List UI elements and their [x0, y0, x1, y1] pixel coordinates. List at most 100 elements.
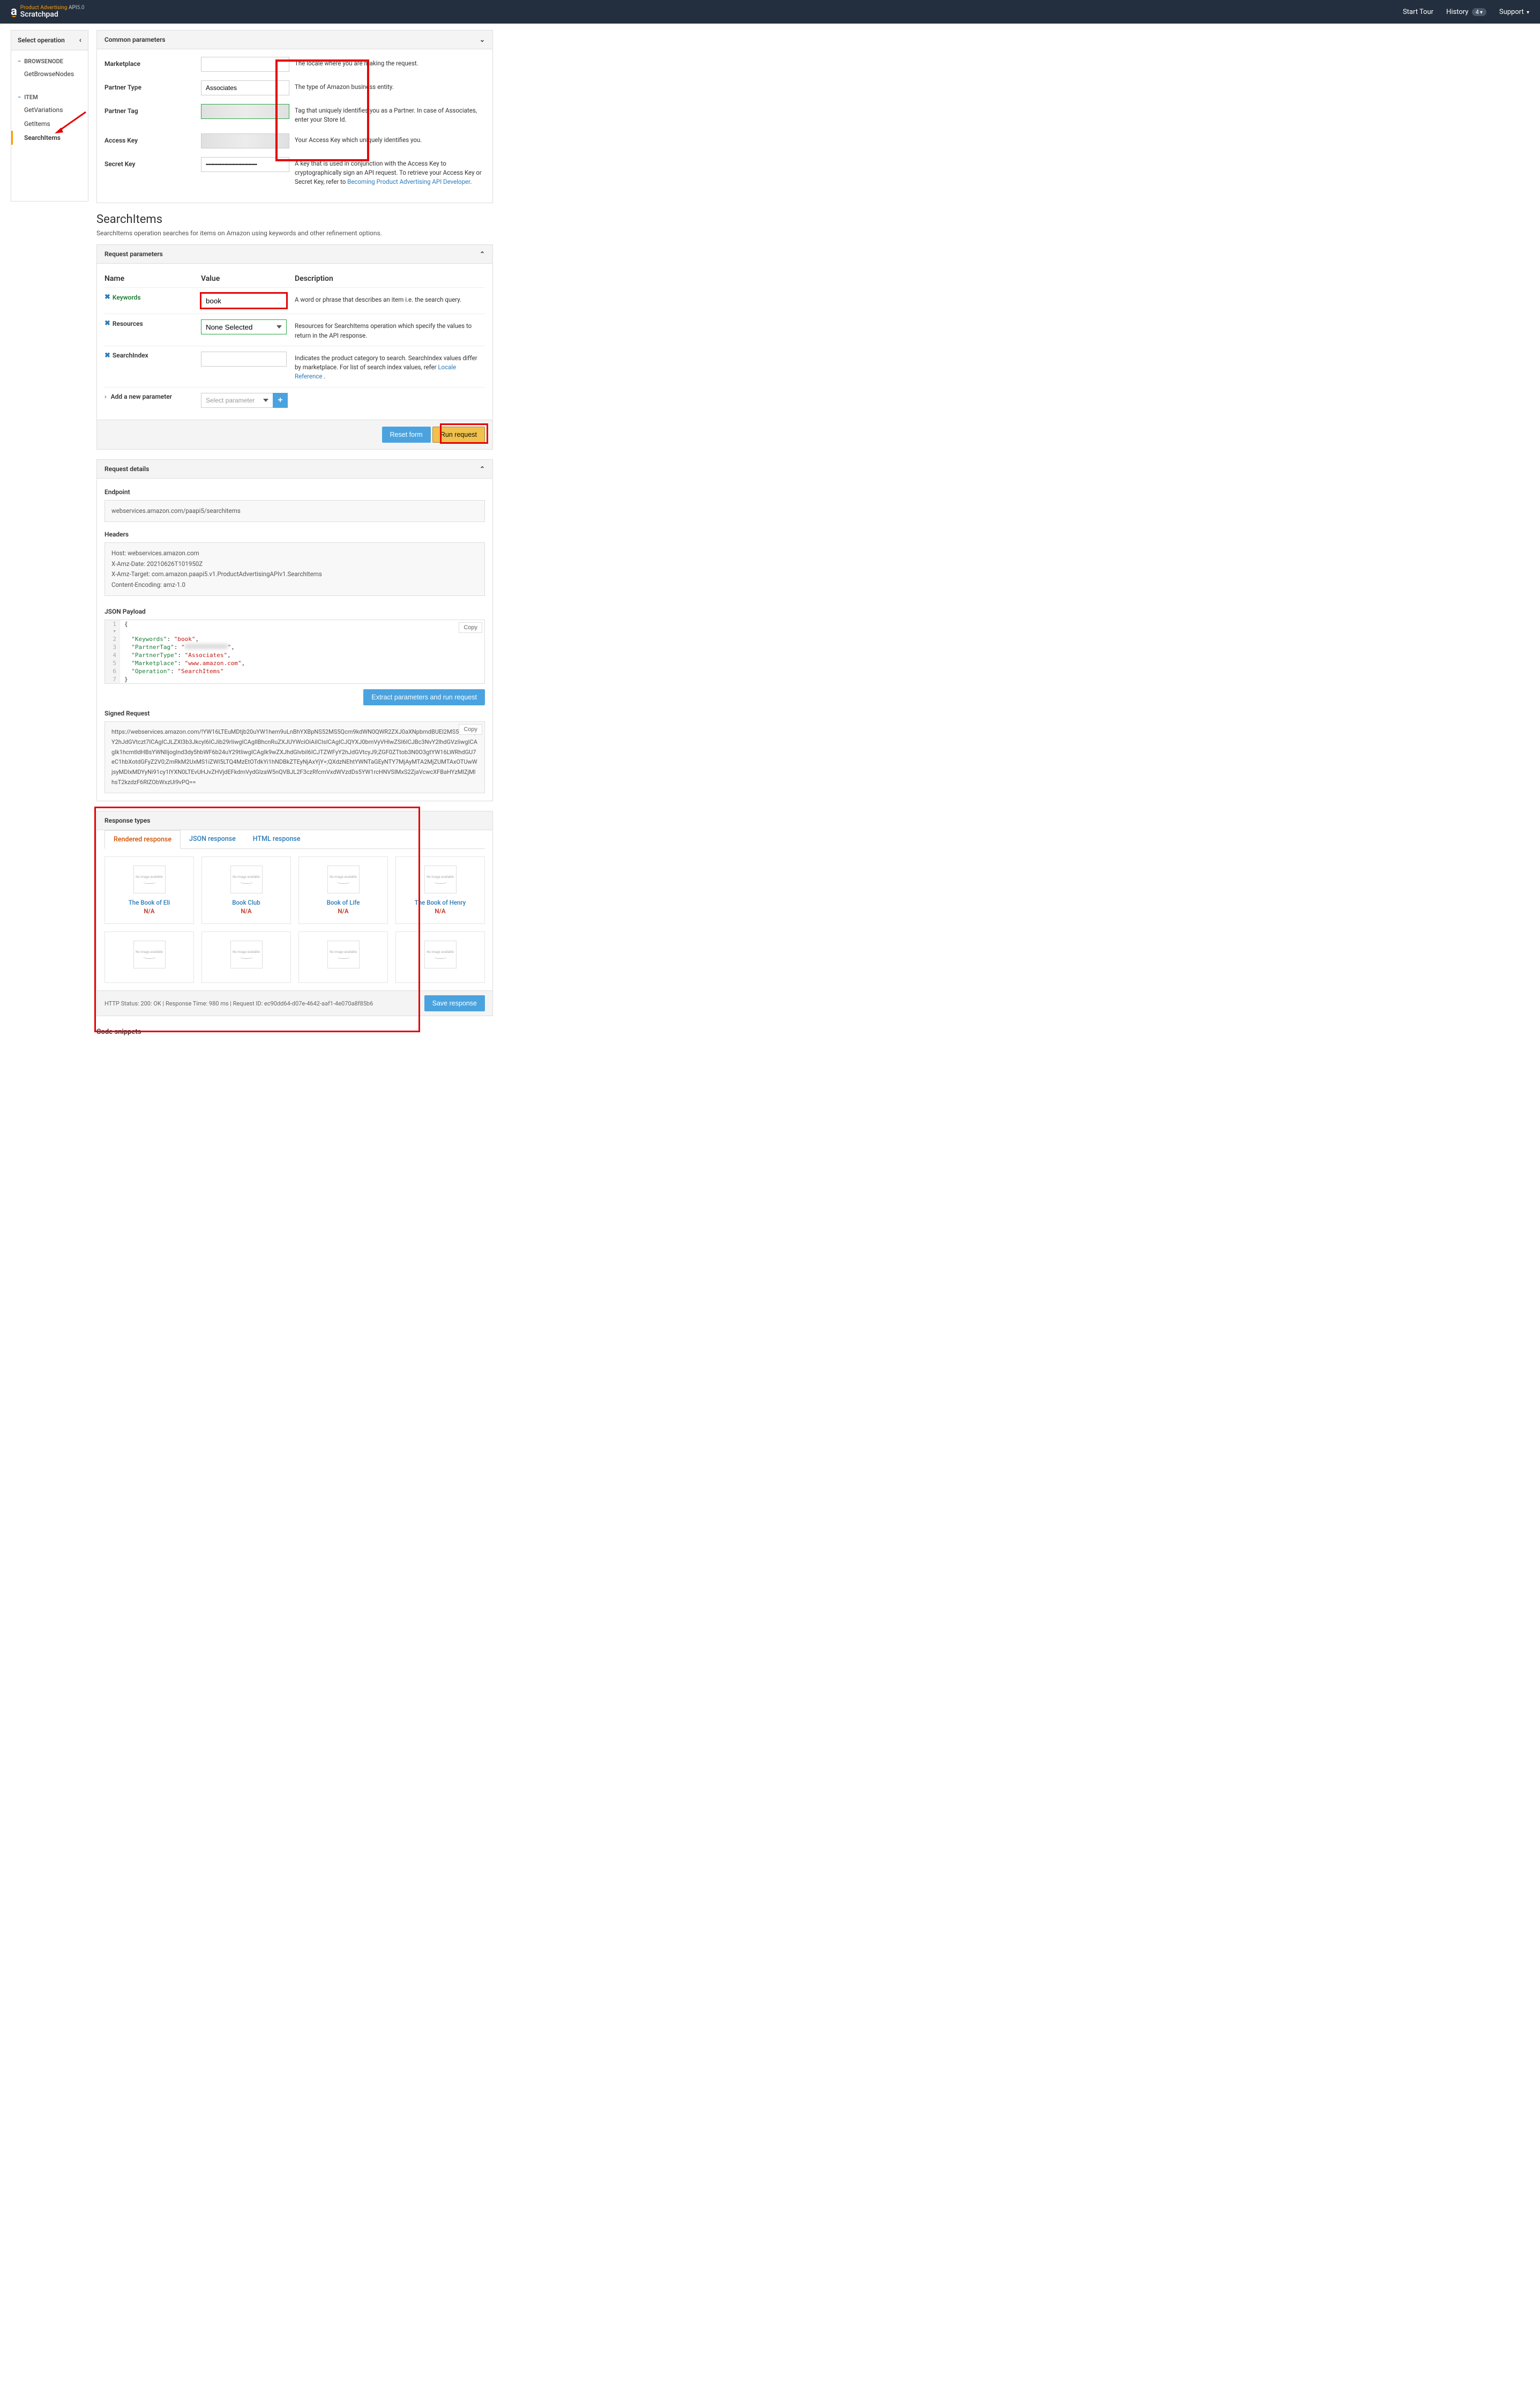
col-desc: Description	[295, 274, 485, 283]
headers-value: Host: webservices.amazon.com X-Amz-Date:…	[104, 542, 485, 596]
support-link[interactable]: Support ▾	[1499, 8, 1529, 16]
partner-type-desc: The type of Amazon business entity.	[295, 80, 485, 92]
partner-type-select[interactable]: Associates	[201, 80, 289, 95]
sidebar-item-getbrowsenodes[interactable]: GetBrowseNodes	[11, 67, 88, 81]
common-parameters-header[interactable]: Common parameters ⌄	[97, 31, 492, 49]
result-card[interactable]: No image available	[104, 931, 194, 983]
start-tour-link[interactable]: Start Tour	[1403, 8, 1433, 16]
common-parameters-title: Common parameters	[104, 36, 166, 43]
sidebar-header[interactable]: Select operation ‹	[11, 31, 88, 50]
copy-signed-button[interactable]: Copy	[459, 724, 482, 735]
request-details-header[interactable]: Request details ⌃	[97, 460, 492, 479]
remove-searchindex-icon[interactable]: ✖	[104, 352, 110, 360]
endpoint-value: webservices.amazon.com/paapi5/searchitem…	[104, 500, 485, 523]
result-title: Book of Life	[303, 899, 383, 906]
searchindex-desc: Indicates the product category to search…	[295, 352, 485, 382]
sidebar-title: Select operation	[18, 36, 65, 44]
remove-keywords-icon[interactable]: ✖	[104, 293, 110, 301]
col-name: Name	[104, 274, 201, 283]
brand-api: API	[69, 5, 77, 11]
result-card[interactable]: No image availableBook of LifeN/A	[298, 856, 388, 924]
partner-tag-label: Partner Tag	[104, 104, 196, 115]
resources-select[interactable]: None Selected	[201, 319, 287, 334]
no-image-icon: No image available	[230, 941, 263, 968]
resources-desc: Resources for SearchItems operation whic…	[295, 319, 485, 340]
request-details-panel: Request details ⌃ Endpoint webservices.a…	[96, 459, 493, 802]
becoming-developer-link[interactable]: Becoming Product Advertising API Develop…	[347, 178, 470, 185]
reset-form-button[interactable]: Reset form	[382, 427, 431, 443]
expand-icon[interactable]: ›	[104, 393, 107, 400]
no-image-icon: No image available	[133, 941, 166, 968]
request-parameters-header[interactable]: Request parameters ⌃	[97, 245, 492, 264]
param-keywords-label: Keywords	[113, 294, 141, 301]
result-price: N/A	[206, 907, 286, 915]
add-param-button[interactable]: +	[273, 393, 288, 408]
result-price: N/A	[400, 907, 480, 915]
common-parameters-panel: Common parameters ⌄ Marketplace The loca…	[96, 30, 493, 203]
annotation-arrow-icon	[54, 107, 91, 133]
no-image-icon: No image available	[424, 866, 457, 893]
result-card[interactable]: No image availableThe Book of HenryN/A	[395, 856, 485, 924]
result-price: N/A	[303, 907, 383, 915]
chevron-up-icon: ⌃	[480, 465, 485, 473]
result-card[interactable]: No image available	[298, 931, 388, 983]
col-value: Value	[201, 274, 295, 283]
marketplace-select[interactable]	[201, 57, 289, 72]
save-response-button[interactable]: Save response	[424, 995, 485, 1011]
nav-group-item[interactable]: ITEM	[11, 92, 88, 103]
operation-title: SearchItems	[96, 213, 493, 226]
request-parameters-title: Request parameters	[104, 250, 163, 258]
extract-run-button[interactable]: Extract parameters and run request	[363, 689, 485, 705]
no-image-icon: No image available	[133, 866, 166, 893]
tab-rendered-response[interactable]: Rendered response	[104, 830, 181, 849]
result-card[interactable]: No image available The Book of EliN/A	[104, 856, 194, 924]
result-card[interactable]: No image available	[395, 931, 485, 983]
json-payload-label: JSON Payload	[104, 608, 485, 615]
signed-request-label: Signed Request	[104, 710, 485, 717]
nav-group-browsenode[interactable]: BROWSENODE	[11, 56, 88, 67]
endpoint-label: Endpoint	[104, 488, 485, 496]
tab-json-response[interactable]: JSON response	[181, 830, 244, 848]
marketplace-label: Marketplace	[104, 57, 196, 68]
partner-tag-desc: Tag that uniquely identifies you as a Pa…	[295, 104, 485, 125]
add-param-select[interactable]: Select parameter	[201, 393, 273, 408]
secret-key-input[interactable]	[201, 157, 289, 172]
history-count: 4	[1476, 9, 1479, 16]
response-types-header: Response types	[97, 811, 492, 830]
param-searchindex-label: SearchIndex	[113, 352, 148, 359]
json-payload-editor[interactable]: Copy 1 ▾{2 "Keywords": "book",3 "Partner…	[104, 620, 485, 684]
result-title: The Book of Eli	[109, 899, 189, 906]
marketplace-desc: The locale where you are making the requ…	[295, 57, 485, 68]
access-key-label: Access Key	[104, 133, 196, 144]
partner-tag-input[interactable]	[201, 104, 289, 119]
copy-button[interactable]: Copy	[459, 622, 482, 633]
code-snippets-title: Code snippets	[96, 1026, 493, 1038]
headers-label: Headers	[104, 531, 485, 538]
brand-title: Scratchpad	[20, 11, 85, 19]
keywords-desc: A word or phrase that describes an item …	[295, 293, 485, 304]
tab-html-response[interactable]: HTML response	[244, 830, 309, 848]
chevron-down-icon: ⌄	[480, 36, 485, 43]
logo-area: a Product Advertising API5.0 Scratchpad	[11, 5, 84, 19]
operation-subtitle: SearchItems operation searches for items…	[96, 229, 493, 237]
remove-resources-icon[interactable]: ✖	[104, 319, 110, 327]
keywords-input[interactable]	[201, 293, 287, 308]
no-image-icon: No image available	[230, 866, 263, 893]
secret-key-label: Secret Key	[104, 157, 196, 168]
response-types-title: Response types	[104, 817, 150, 824]
result-price: N/A	[109, 907, 189, 915]
amazon-logo-icon: a	[11, 5, 17, 18]
partner-type-label: Partner Type	[104, 80, 196, 91]
brand-version: 5.0	[77, 5, 85, 11]
run-request-button[interactable]: Run request	[432, 427, 485, 443]
result-card[interactable]: No image available	[201, 931, 291, 983]
chevron-left-icon: ‹	[79, 36, 81, 44]
access-key-input[interactable]	[201, 133, 289, 148]
add-param-label: Add a new parameter	[111, 393, 172, 400]
searchindex-input[interactable]	[201, 352, 287, 367]
param-resources-label: Resources	[113, 320, 143, 327]
history-link[interactable]: History 4▾	[1446, 8, 1486, 16]
signed-request-value: Copy https://webservices.amazon.com/!YW1…	[104, 721, 485, 793]
top-bar: a Product Advertising API5.0 Scratchpad …	[0, 0, 1540, 24]
result-card[interactable]: No image availableBook ClubN/A	[201, 856, 291, 924]
